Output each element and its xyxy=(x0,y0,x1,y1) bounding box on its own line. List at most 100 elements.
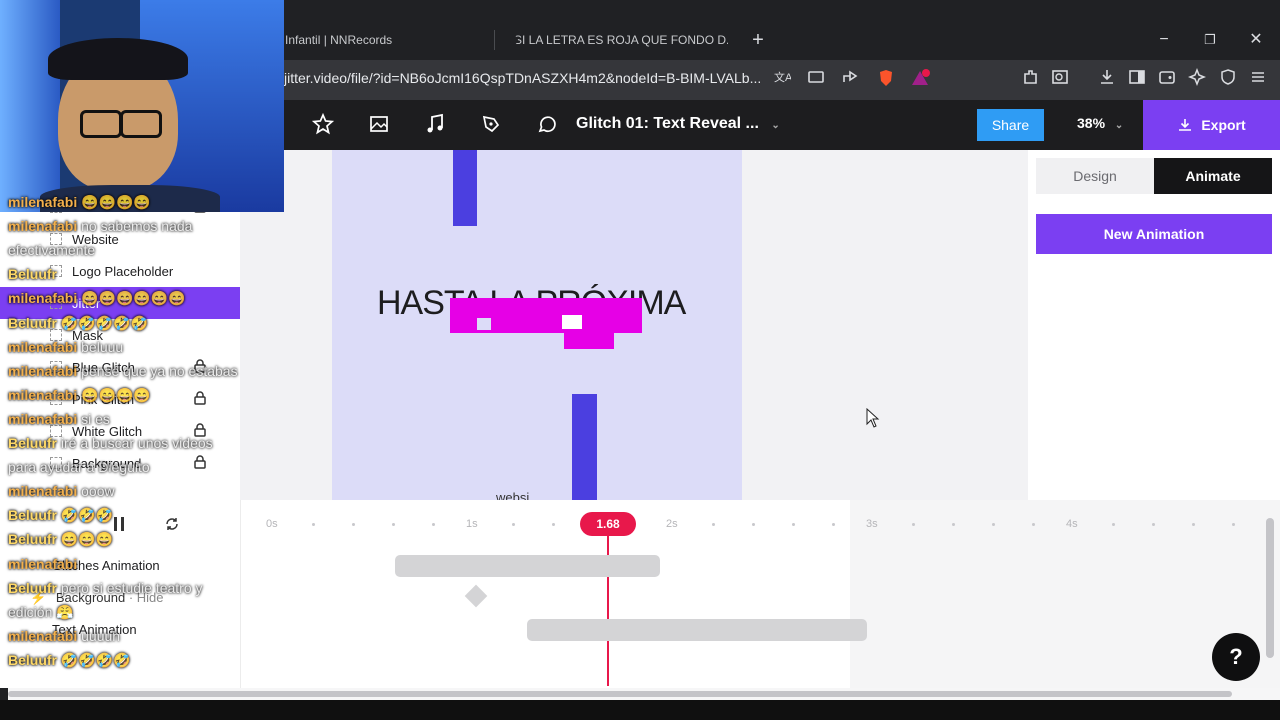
loop-icon[interactable] xyxy=(164,516,180,537)
white-glitch-fragment xyxy=(477,318,491,330)
chat-username: milenafabi xyxy=(8,556,78,572)
blue-glitch-bar-top xyxy=(453,150,477,226)
zoom-dropdown[interactable]: 38% ⌄ xyxy=(1077,115,1123,131)
white-glitch-fragment xyxy=(562,315,582,329)
chat-text: si es xyxy=(81,411,110,427)
chat-username: Beluufr xyxy=(8,531,57,547)
chat-message: efectivamente xyxy=(8,242,95,258)
ruler-minor-tick xyxy=(912,523,915,526)
pink-glitch-fragment xyxy=(564,333,614,349)
menu-icon[interactable] xyxy=(1246,68,1270,92)
export-icon xyxy=(1179,119,1192,131)
ruler-minor-tick xyxy=(512,523,515,526)
chat-message: milenafabi ooow xyxy=(8,483,115,499)
chat-message: milenafabi beluuu xyxy=(8,339,123,355)
brave-shield-icon[interactable] xyxy=(874,68,898,92)
music-icon[interactable] xyxy=(424,113,448,137)
ruler-tick-label: 4s xyxy=(1066,518,1078,530)
cast-icon[interactable] xyxy=(804,68,828,92)
chat-text: uuuuh xyxy=(81,628,121,644)
comment-icon[interactable] xyxy=(536,113,560,137)
ruler-minor-tick xyxy=(392,523,395,526)
chat-message: milenafabi xyxy=(8,556,77,572)
timeline-clip-text[interactable] xyxy=(527,619,867,641)
tab-animate[interactable]: Animate xyxy=(1154,158,1272,194)
chat-message: Beluufr 🤣🤣🤣🤣🤣 xyxy=(8,315,148,332)
wallet-icon[interactable] xyxy=(1155,68,1179,92)
chat-text: 😄😄😄😄😄😄 xyxy=(81,290,186,306)
ruler-minor-tick xyxy=(752,523,755,526)
chat-text: efectivamente xyxy=(8,242,96,258)
ruler-minor-tick xyxy=(952,523,955,526)
chat-username: milenafabi xyxy=(8,363,78,379)
glasses-lens-right xyxy=(120,110,162,138)
chat-message: Beluufr pero si estudie teatro y xyxy=(8,580,203,596)
lock-icon[interactable] xyxy=(194,390,206,408)
download-icon[interactable] xyxy=(1095,68,1119,92)
close-window-button[interactable]: ✕ xyxy=(1244,28,1268,52)
horizontal-scrollbar-track[interactable] xyxy=(8,688,1280,700)
ruler-minor-tick xyxy=(1192,523,1195,526)
chat-text: para ayudar a Dieguito xyxy=(8,459,150,475)
new-tab-button[interactable]: + xyxy=(746,28,770,52)
ruler-tick-label: 1s xyxy=(466,518,478,530)
chevron-down-icon: ⌄ xyxy=(1114,120,1124,131)
tab-title: Infantil | NNRecords xyxy=(285,33,393,47)
ruler-tick-label: 2s xyxy=(666,518,678,530)
star-icon[interactable] xyxy=(311,112,336,137)
document-title[interactable]: Glitch 01: Text Reveal ... ⌄ xyxy=(576,115,780,133)
reader-icon[interactable] xyxy=(1048,68,1072,92)
tab-design[interactable]: Design xyxy=(1036,158,1154,194)
restore-button[interactable]: ❐ xyxy=(1198,28,1222,52)
mouse-cursor xyxy=(866,407,880,433)
vertical-scrollbar[interactable] xyxy=(1266,518,1274,658)
chat-username: milenafabi xyxy=(8,387,78,403)
extensions-icon[interactable] xyxy=(1018,68,1042,92)
ruler-minor-tick xyxy=(552,523,555,526)
timeline-clip-glitches[interactable] xyxy=(395,555,660,577)
ruler-minor-tick xyxy=(432,523,435,526)
chat-text: 😄😄😄 xyxy=(60,531,114,547)
chat-message: Beluufr iré a buscar unos videos xyxy=(8,435,213,451)
image-icon[interactable] xyxy=(368,113,392,137)
chat-message: Beluufr 🤣🤣🤣🤣 xyxy=(8,652,131,669)
lock-icon[interactable] xyxy=(194,454,206,472)
tab-divider xyxy=(494,30,495,50)
tab-title: SI LA LETRA ES ROJA QUE FONDO D... xyxy=(514,33,728,47)
chat-username: Beluufr xyxy=(8,435,57,451)
chat-text: no sabemos nada xyxy=(81,218,193,234)
ruler-minor-tick xyxy=(1152,523,1155,526)
ruler-minor-tick xyxy=(792,523,795,526)
horizontal-scrollbar-thumb[interactable] xyxy=(8,691,1232,697)
pause-icon[interactable] xyxy=(112,516,126,537)
translate-icon[interactable]: 文A xyxy=(770,68,794,92)
chat-username: Beluufr xyxy=(8,507,57,523)
webcam-overlay xyxy=(0,0,284,212)
chat-message: milenafabi no sabemos nada xyxy=(8,218,192,234)
export-button[interactable]: Export xyxy=(1143,100,1280,150)
chat-message: milenafabi uuuuh xyxy=(8,628,120,644)
share-button[interactable]: Share xyxy=(977,109,1044,141)
help-button[interactable]: ? xyxy=(1212,633,1260,681)
browser-tab-google[interactable]: SI LA LETRA ES ROJA QUE FONDO D... xyxy=(506,22,728,58)
brave-rewards-icon[interactable] xyxy=(908,68,932,92)
playhead-time[interactable]: 1.68 xyxy=(580,512,636,536)
sidebar-icon[interactable] xyxy=(1125,68,1149,92)
share-page-icon[interactable] xyxy=(838,68,862,92)
chevron-down-icon: ⌄ xyxy=(771,120,780,131)
url-field[interactable]: jitter.video/file/?id=NB6oJcmI16QspTDnAS… xyxy=(284,70,761,86)
artboard[interactable]: HASTA LA PRÓXIMA websi xyxy=(332,150,742,505)
chat-username: milenafabi xyxy=(8,483,78,499)
ruler-minor-tick xyxy=(352,523,355,526)
chat-message: edición 😤 xyxy=(8,604,74,621)
ruler-minor-tick xyxy=(1232,523,1235,526)
ruler-minor-tick xyxy=(1032,523,1035,526)
vpn-icon[interactable] xyxy=(1216,68,1240,92)
leo-ai-icon[interactable] xyxy=(1185,67,1209,92)
minimize-button[interactable]: − xyxy=(1152,28,1176,52)
pen-tool-icon[interactable] xyxy=(480,113,504,137)
ruler-tick-label: 0s xyxy=(266,518,278,530)
ruler-minor-tick xyxy=(712,523,715,526)
browser-tab-nnrecords[interactable]: Infantil | NNRecords xyxy=(285,22,490,58)
new-animation-button[interactable]: New Animation xyxy=(1036,214,1272,254)
